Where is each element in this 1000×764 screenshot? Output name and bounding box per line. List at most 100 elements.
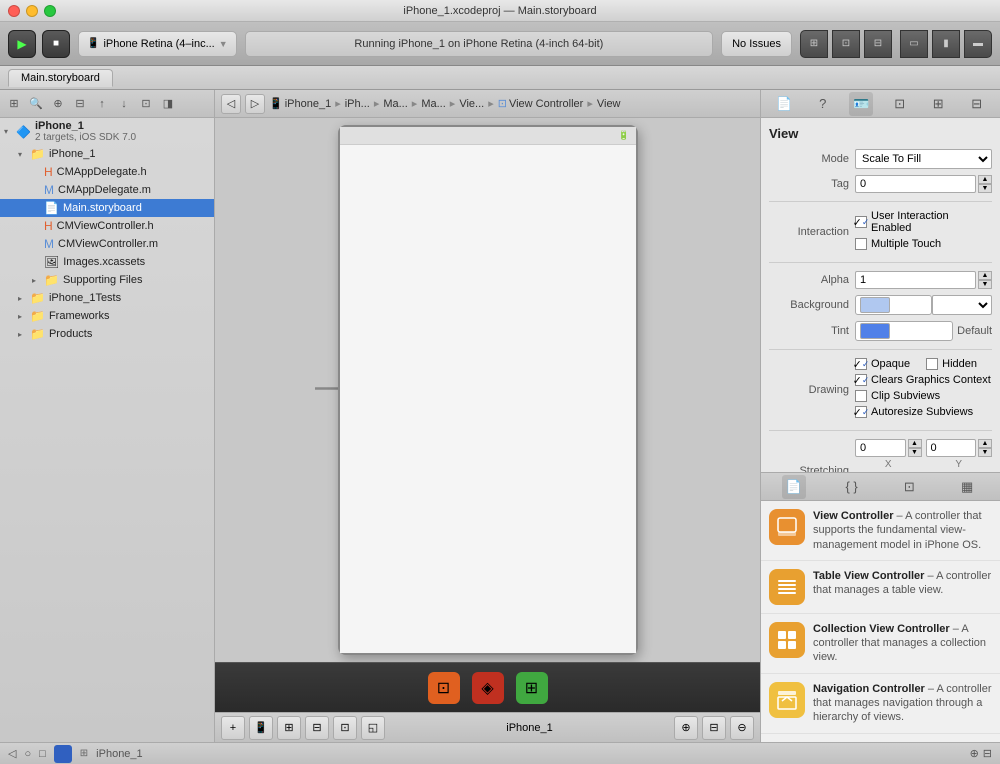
add-object-button[interactable]: +: [221, 716, 245, 740]
lib-media-btn[interactable]: ▦: [955, 475, 979, 499]
clip-subviews-checkbox[interactable]: [855, 390, 867, 402]
size-inspector-btn[interactable]: ⊞: [926, 92, 950, 116]
sidebar-item-main-storyboard[interactable]: 📄 Main.storyboard: [0, 199, 214, 217]
alpha-stepper[interactable]: ▲ ▼: [978, 271, 992, 289]
sidebar-item-frameworks[interactable]: ▸ 📁 Frameworks: [0, 307, 214, 325]
stop-button[interactable]: ■: [42, 30, 70, 58]
stretch-y-input[interactable]: [926, 439, 977, 457]
layout-tool-2[interactable]: ⊟: [305, 716, 329, 740]
sx-inc[interactable]: ▲: [908, 439, 922, 448]
background-swatch[interactable]: [860, 297, 890, 313]
breadcrumb-vie[interactable]: Vie... ▸: [459, 97, 495, 110]
lib-item-collectionview[interactable]: Collection View Controller – A controlle…: [761, 614, 1000, 674]
background-select[interactable]: [932, 295, 992, 315]
sidebar-tool-1[interactable]: ⊞: [4, 94, 24, 114]
tag-stepper[interactable]: ▲ ▼: [978, 175, 992, 193]
canvas-content[interactable]: 🔋: [215, 118, 760, 662]
autoresize-checkbox[interactable]: ✓: [855, 406, 867, 418]
active-tab[interactable]: Main.storyboard: [8, 69, 113, 87]
alpha-input[interactable]: [855, 271, 976, 289]
sidebar-item-appdelegate-m[interactable]: M CMAppDelegate.m: [0, 181, 214, 199]
layout-tool-1[interactable]: ⊞: [277, 716, 301, 740]
run-button[interactable]: ▶: [8, 30, 36, 58]
sidebar-item-products[interactable]: ▸ 📁 Products: [0, 325, 214, 343]
clears-graphics-checkbox[interactable]: ✓: [855, 374, 867, 386]
attributes-inspector-btn[interactable]: ⊡: [888, 92, 912, 116]
version-toggle[interactable]: ▭: [900, 30, 928, 58]
scheme-selector[interactable]: 📱 iPhone Retina (4–inc... ▼: [78, 31, 237, 57]
sidebar-toggle[interactable]: ⊞: [800, 30, 828, 58]
zoom-btn[interactable]: ⊕: [970, 747, 979, 760]
zoom-fit-button[interactable]: ⊟: [702, 716, 726, 740]
breadcrumb-ma2[interactable]: Ma... ▸: [421, 97, 457, 110]
sidebar-item-appdelegate-h[interactable]: H CMAppDelegate.h: [0, 163, 214, 181]
window-controls[interactable]: [8, 5, 56, 17]
opaque-checkbox[interactable]: ✓: [855, 358, 867, 370]
tag-increment[interactable]: ▲: [978, 175, 992, 184]
debug-toggle[interactable]: ▬: [964, 30, 992, 58]
lib-item-tableview[interactable]: Table View Controller – A controller tha…: [761, 561, 1000, 614]
hidden-checkbox[interactable]: [926, 358, 938, 370]
breadcrumb-iphone[interactable]: 📱 iPhone_1 ▸: [269, 97, 343, 110]
iphone-mockup[interactable]: 🔋: [338, 125, 638, 655]
sidebar-tool-6[interactable]: ↓: [114, 94, 134, 114]
canvas-forward-btn[interactable]: ▷: [245, 94, 265, 114]
sidebar-tool-7[interactable]: ⊡: [136, 94, 156, 114]
maximize-button[interactable]: [44, 5, 56, 17]
view-controller-badge[interactable]: ⊡: [428, 672, 460, 704]
sidebar-root[interactable]: ▾ 🔷 iPhone_1 2 targets, iOS SDK 7.0: [0, 118, 214, 145]
background-control[interactable]: [855, 295, 932, 315]
sidebar-item-viewcontroller-h[interactable]: H CMViewController.h: [0, 217, 214, 235]
user-interaction-checkbox[interactable]: ✓: [855, 216, 867, 228]
device-selector[interactable]: 📱: [249, 716, 273, 740]
lib-object-btn[interactable]: ⊡: [897, 475, 921, 499]
lib-item-viewcontroller[interactable]: View Controller – A controller that supp…: [761, 501, 1000, 561]
collection-view-badge[interactable]: ⊞: [516, 672, 548, 704]
issues-button[interactable]: No Issues: [721, 31, 792, 57]
back-icon[interactable]: ◁: [8, 747, 16, 760]
multiple-touch-checkbox[interactable]: [855, 238, 867, 250]
zoom-out-button[interactable]: ⊖: [730, 716, 754, 740]
zoom-in-button[interactable]: ⊕: [674, 716, 698, 740]
lib-code-btn[interactable]: { }: [840, 475, 864, 499]
tag-decrement[interactable]: ▼: [978, 184, 992, 193]
stretch-x-stepper[interactable]: ▲ ▼: [908, 439, 922, 457]
sy-dec[interactable]: ▼: [978, 448, 992, 457]
sidebar-tool-4[interactable]: ⊟: [70, 94, 90, 114]
lib-file-btn[interactable]: 📄: [782, 475, 806, 499]
assistant-toggle[interactable]: ⊟: [864, 30, 892, 58]
sidebar-item-iphone1[interactable]: ▾ 📁 iPhone_1: [0, 145, 214, 163]
alpha-decrement[interactable]: ▼: [978, 280, 992, 289]
sidebar-item-images[interactable]: 🖼 Images.xcassets: [0, 253, 214, 271]
tint-control[interactable]: [855, 321, 953, 341]
tint-swatch[interactable]: [860, 323, 890, 339]
lib-item-navcontroller[interactable]: Navigation Controller – A controller tha…: [761, 674, 1000, 734]
minimize-button[interactable]: [26, 5, 38, 17]
tag-input[interactable]: [855, 175, 976, 193]
identity-inspector-btn[interactable]: 🪪: [849, 92, 873, 116]
alpha-increment[interactable]: ▲: [978, 271, 992, 280]
layout-tool-4[interactable]: ◱: [361, 716, 385, 740]
close-button[interactable]: [8, 5, 20, 17]
stretch-x-input[interactable]: [855, 439, 906, 457]
stretch-y-stepper[interactable]: ▲ ▼: [978, 439, 992, 457]
editor-toggle[interactable]: ⊡: [832, 30, 860, 58]
connections-inspector-btn[interactable]: ⊟: [965, 92, 989, 116]
sidebar-tool-8[interactable]: ◨: [158, 94, 178, 114]
sidebar-item-viewcontroller-m[interactable]: M CMViewController.m: [0, 235, 214, 253]
file-inspector-btn[interactable]: 📄: [772, 92, 796, 116]
mode-select[interactable]: Scale To Fill Scale Aspect Fit Scale Asp…: [855, 149, 992, 169]
up-icon[interactable]: □: [39, 748, 46, 760]
breadcrumb-viewcontroller[interactable]: ⊡ View Controller ▸: [498, 97, 595, 110]
breadcrumb-ma1[interactable]: Ma... ▸: [383, 97, 419, 110]
table-view-badge[interactable]: ◈: [472, 672, 504, 704]
sidebar-item-tests[interactable]: ▸ 📁 iPhone_1Tests: [0, 289, 214, 307]
quick-help-btn[interactable]: ?: [811, 92, 835, 116]
forward-icon[interactable]: ○: [24, 748, 31, 760]
sidebar-tool-5[interactable]: ↑: [92, 94, 112, 114]
layout-tool-3[interactable]: ⊡: [333, 716, 357, 740]
canvas-back-btn[interactable]: ◁: [221, 94, 241, 114]
sidebar-tool-2[interactable]: 🔍: [26, 94, 46, 114]
utility-toggle[interactable]: ▮: [932, 30, 960, 58]
grid-btn[interactable]: ⊟: [983, 747, 992, 760]
